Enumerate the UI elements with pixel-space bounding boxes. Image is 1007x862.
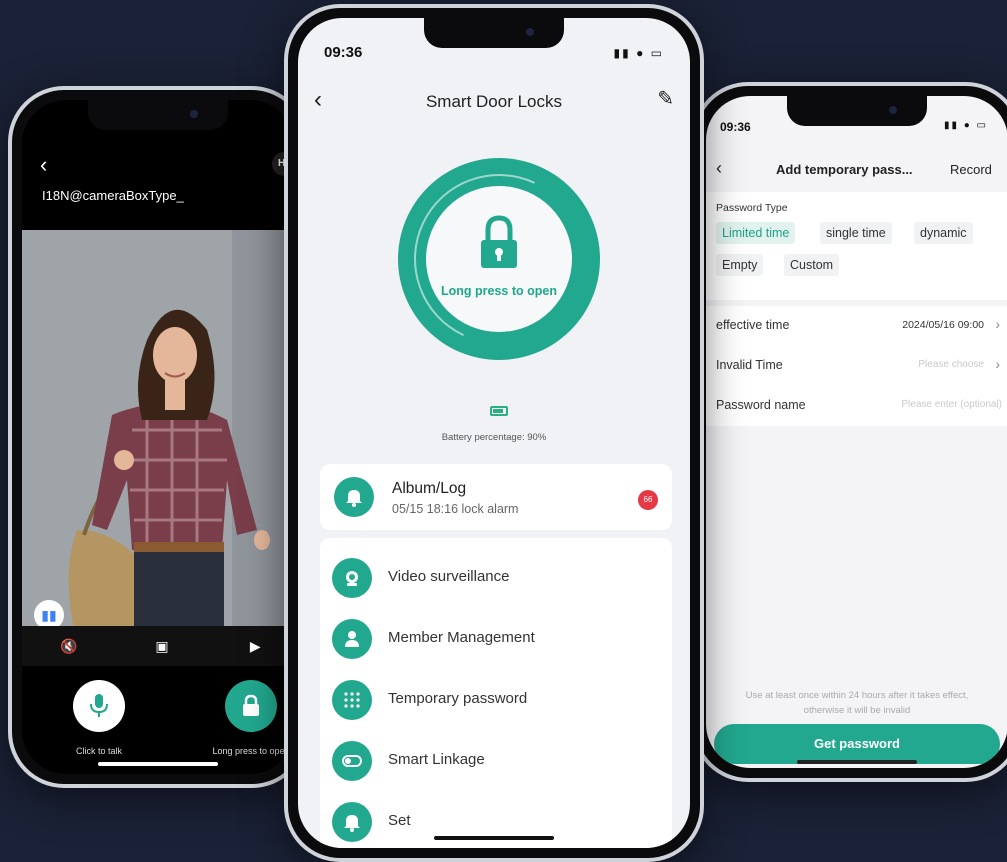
person-icon — [332, 619, 372, 659]
lock-icon — [243, 694, 259, 716]
lock-instruction: Long press to open — [441, 284, 557, 298]
type-chip-dynamic[interactable]: dynamic — [914, 222, 973, 244]
menu-item-video-surveillance[interactable]: Video surveillance — [320, 548, 672, 608]
camera-screen: ‹ H I18N@cameraBoxType_ ▮▮ 🔇 ▣ ▶ Click t… — [22, 100, 294, 774]
password-type-section: Password Type Limited time single time d… — [706, 192, 1007, 300]
open-caption: Long press to open — [212, 746, 290, 756]
password-name-label: Password name — [716, 398, 806, 412]
get-password-button[interactable]: Get password — [714, 724, 1000, 764]
menu-label: Temporary password — [388, 690, 528, 707]
status-time: 09:36 — [720, 120, 751, 134]
mute-icon[interactable]: 🔇 — [54, 638, 84, 655]
album-log-card[interactable]: Album/Log 05/15 18:16 lock alarm 66 — [320, 464, 672, 530]
toggle-icon — [332, 741, 372, 781]
chevron-right-icon: › — [995, 316, 1000, 332]
talk-control: Click to talk — [44, 680, 154, 756]
back-icon[interactable]: ‹ — [716, 158, 722, 179]
password-name-input[interactable]: Please enter (optional) — [901, 399, 1002, 410]
talk-caption: Click to talk — [75, 746, 122, 756]
validity-note: Use at least once within 24 hours after … — [706, 688, 1007, 718]
notch — [787, 96, 927, 126]
menu-label: Set — [388, 812, 411, 829]
lock-icon — [481, 215, 517, 268]
validity-note-line-1: Use at least once within 24 hours after … — [745, 690, 969, 701]
invalid-time-label: Invalid Time — [716, 358, 783, 372]
keypad-icon — [332, 680, 372, 720]
album-subtitle: 05/15 18:16 lock alarm — [392, 502, 519, 516]
notch — [88, 100, 228, 130]
header: ‹ Smart Door Locks ✎ — [298, 74, 690, 124]
notch — [424, 18, 564, 48]
screenshot-icon[interactable]: ▣ — [147, 638, 177, 655]
camera-icon — [332, 558, 372, 598]
page-title: Smart Door Locks — [425, 92, 563, 111]
page-title: Add temporary pass... — [776, 162, 913, 177]
camera-title: I18N@cameraBoxType_ — [42, 188, 184, 203]
validity-note-line-2: otherwise it will be invalid — [803, 705, 911, 716]
bell-icon — [332, 802, 372, 842]
effective-time-row[interactable]: effective time 2024/05/16 09:00 › — [706, 306, 1007, 346]
menu-item-smart-linkage[interactable]: Smart Linkage — [320, 731, 672, 791]
status-time: 09:36 — [324, 44, 363, 61]
chevron-right-icon: › — [995, 356, 1000, 372]
menu-label: Video surveillance — [388, 568, 510, 585]
type-chip-custom[interactable]: Custom — [784, 254, 840, 276]
bell-icon — [334, 477, 374, 517]
video-feed[interactable]: ▮▮ — [22, 230, 294, 660]
home-indicator — [434, 836, 554, 840]
open-lock-button[interactable] — [225, 680, 277, 732]
invalid-time-placeholder: Please choose — [918, 359, 984, 370]
back-icon[interactable]: ‹ — [40, 152, 47, 178]
microphone-icon — [90, 694, 108, 717]
menu-item-member-management[interactable]: Member Management — [320, 609, 672, 669]
video-toolbar: 🔇 ▣ ▶ — [22, 626, 294, 666]
status-icons: ▮▮ ● ▭ — [943, 120, 988, 131]
record-video-icon[interactable]: ▶ — [240, 638, 270, 655]
menu-card: Video surveillance Member Management Tem… — [320, 538, 672, 848]
password-name-row[interactable]: Password name Please enter (optional) — [706, 386, 1007, 426]
edit-icon[interactable]: ✎ — [657, 86, 674, 111]
right-phone: 09:36 ▮▮ ● ▭ ‹ Add temporary pass... Rec… — [692, 82, 1007, 782]
left-phone: ‹ H I18N@cameraBoxType_ ▮▮ 🔇 ▣ ▶ Click t… — [8, 86, 308, 788]
battery-percentage: Battery percentage: 90% — [441, 432, 547, 443]
center-phone: 09:36 ▮▮ ● ▭ ‹ Smart Door Locks ✎ Long p… — [284, 4, 704, 862]
invalid-time-row[interactable]: Invalid Time Please choose › — [706, 346, 1007, 386]
home-indicator — [98, 762, 218, 766]
temporary-password-screen: 09:36 ▮▮ ● ▭ ‹ Add temporary pass... Rec… — [706, 96, 1007, 768]
notification-badge: 66 — [638, 490, 658, 510]
menu-item-temporary-password[interactable]: Temporary password — [320, 670, 672, 730]
home-indicator — [797, 760, 917, 764]
talk-button[interactable] — [73, 680, 125, 732]
status-icons: ▮▮ ● ▭ — [613, 46, 664, 60]
smart-door-lock-screen: 09:36 ▮▮ ● ▭ ‹ Smart Door Locks ✎ Long p… — [298, 18, 690, 848]
person-image — [22, 230, 294, 660]
password-type-label: Password Type — [716, 202, 788, 214]
menu-label: Smart Linkage — [388, 751, 485, 768]
battery-icon — [490, 406, 508, 416]
album-title: Album/Log — [392, 480, 467, 497]
effective-time-value: 2024/05/16 09:00 — [902, 319, 984, 331]
menu-label: Member Management — [388, 629, 535, 646]
record-link[interactable]: Record — [950, 162, 992, 177]
type-chip-single-time[interactable]: single time — [820, 222, 892, 244]
header: ‹ Add temporary pass... Record — [706, 150, 1007, 190]
open-control: Long press to open — [196, 680, 294, 756]
effective-time-label: effective time — [716, 318, 790, 332]
type-chip-limited-time[interactable]: Limited time — [716, 222, 796, 244]
type-chip-empty[interactable]: Empty — [716, 254, 764, 276]
